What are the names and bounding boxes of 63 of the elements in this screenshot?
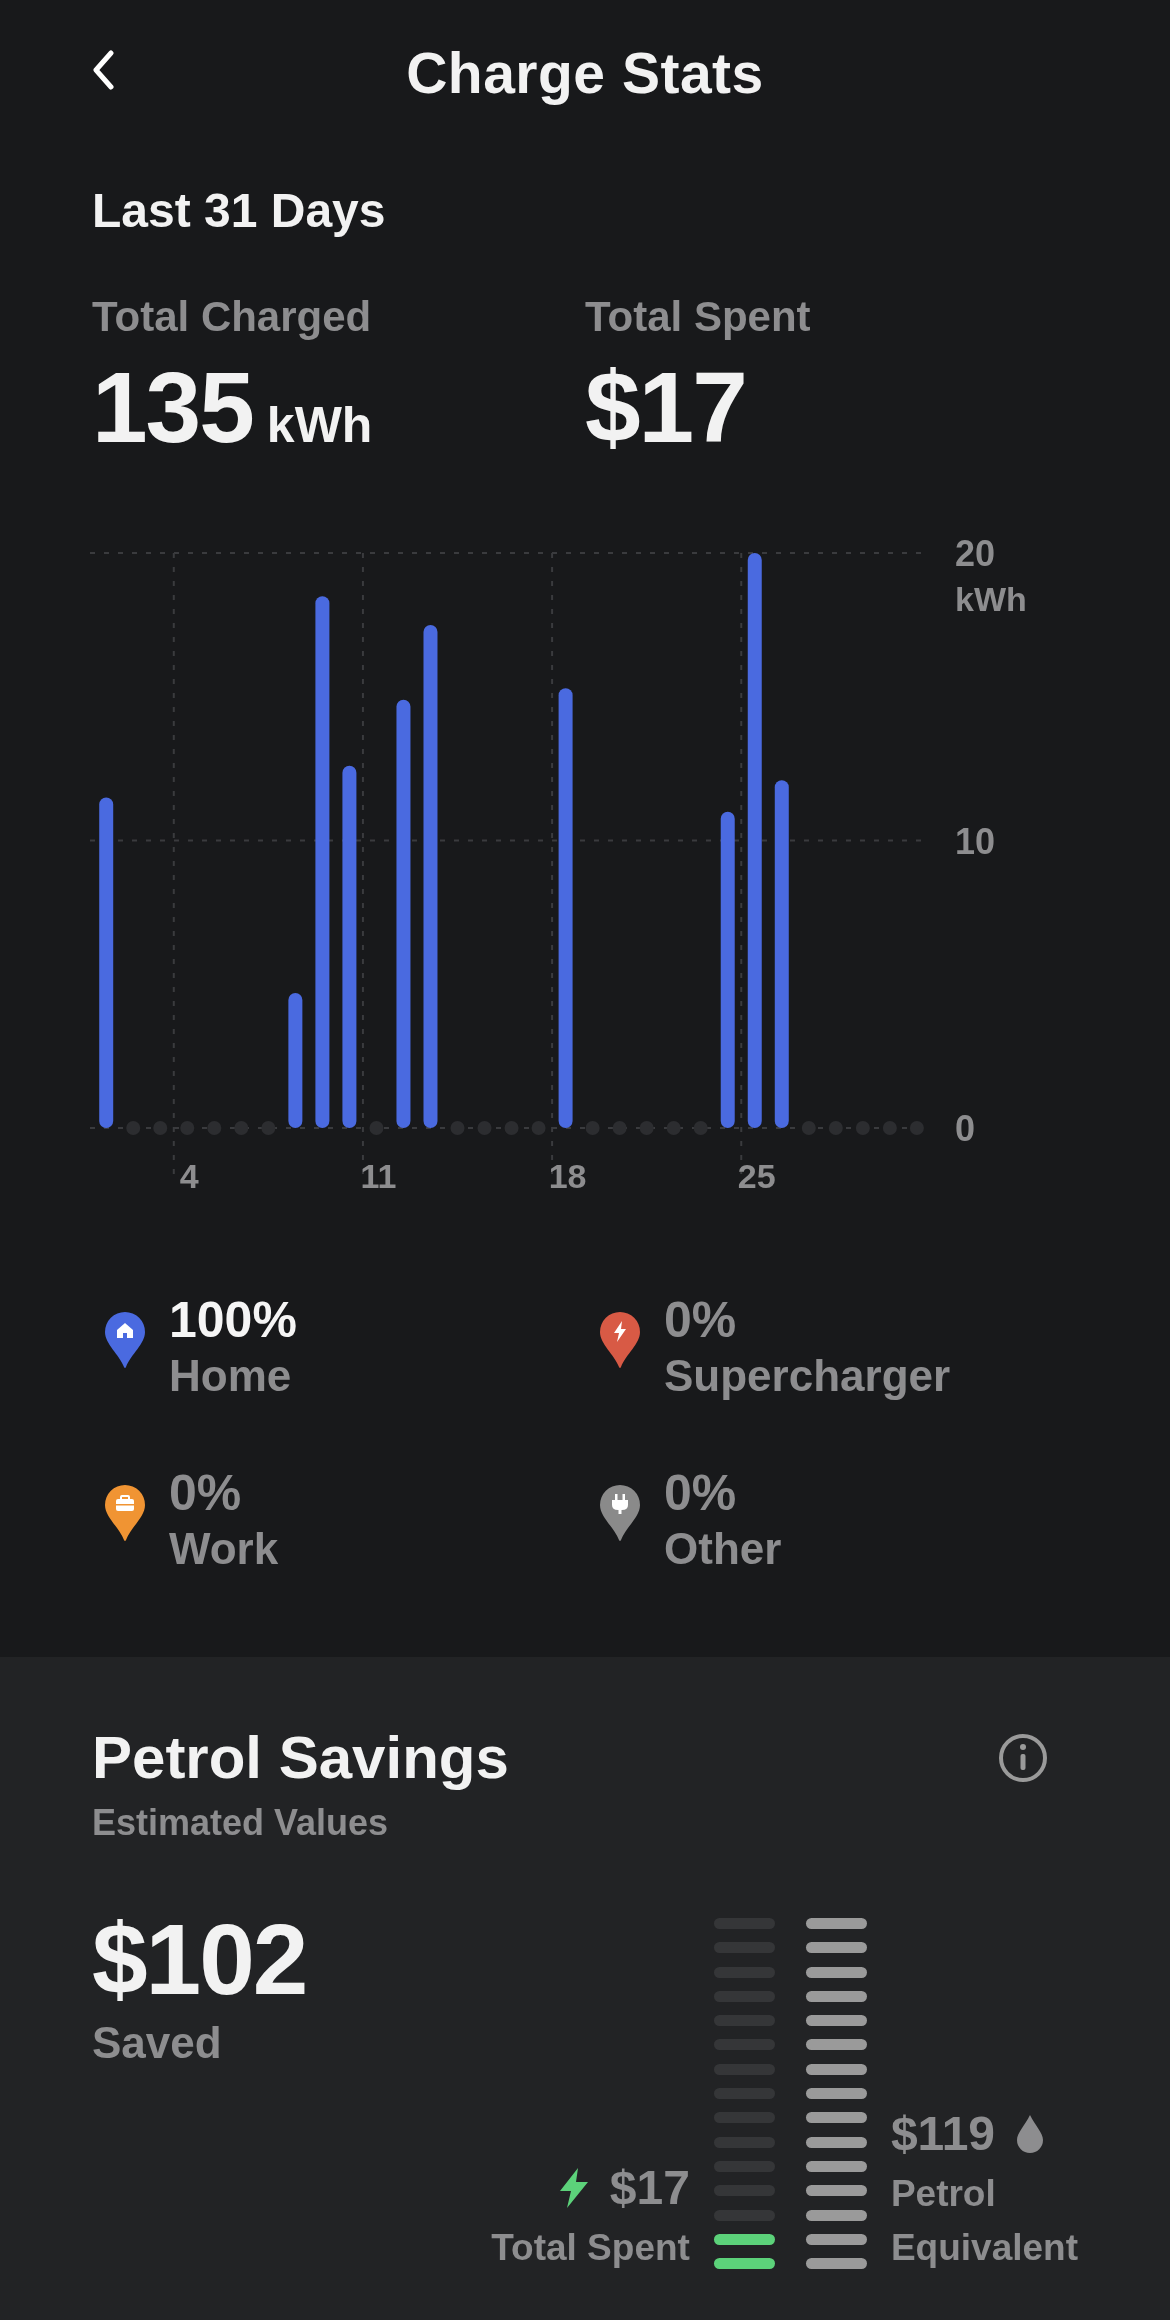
- source-percent: 0%: [664, 1463, 738, 1523]
- source-label: Home: [169, 1350, 293, 1402]
- total-label: Total Charged: [92, 293, 373, 341]
- period-heading: Last 31 Days: [92, 183, 387, 238]
- meter-segment: [805, 2039, 867, 2051]
- meter-segment: [805, 1990, 867, 2002]
- petrol-label: Petrol: [890, 2173, 997, 2216]
- spent-value: $17: [609, 2160, 690, 2216]
- y-axis-label: 10: [955, 820, 996, 862]
- y-axis-label: 0: [955, 1108, 976, 1149]
- drop-icon: [1017, 2114, 1044, 2153]
- meter-segment: [805, 2209, 867, 2221]
- empty-day-dot: [693, 1121, 708, 1135]
- meter-segment: [805, 2063, 867, 2075]
- source-label: Other: [664, 1522, 782, 1575]
- lightning-bolt-icon: [559, 2167, 588, 2208]
- savings-amount: $102: [92, 1904, 307, 2014]
- x-axis-label: 18: [548, 1157, 587, 1195]
- meter-segment: [805, 2112, 867, 2124]
- meter-segment: [805, 1918, 867, 1929]
- info-icon[interactable]: [998, 1732, 1048, 1783]
- y-axis-label: 20: [955, 533, 996, 574]
- meter-segment: [805, 2185, 867, 2197]
- empty-day-dot: [612, 1121, 627, 1135]
- meter-segment: [805, 2160, 867, 2172]
- meter-segment: [713, 2258, 775, 2270]
- source-percent: 0%: [169, 1463, 243, 1523]
- empty-day-dot: [585, 1121, 600, 1135]
- meter-segment: [805, 2136, 867, 2148]
- section-subtitle: Estimated Values: [92, 1802, 390, 1844]
- empty-day-dot: [666, 1121, 681, 1135]
- total-value: 135: [92, 355, 253, 460]
- x-axis-label: 4: [179, 1157, 199, 1195]
- spent-label: Total Spent: [491, 2227, 690, 2270]
- x-axis-label: 25: [737, 1157, 776, 1195]
- screen-title: Charge Stats: [406, 39, 764, 106]
- source-label: Work: [169, 1522, 279, 1575]
- section-title: Petrol Savings: [92, 1723, 509, 1792]
- savings-label: Saved: [92, 2018, 223, 2068]
- meter-segment: [805, 1966, 867, 1978]
- empty-day-dot: [261, 1121, 276, 1135]
- meter-segment: [805, 1942, 867, 1954]
- source-label: Supercharger: [664, 1350, 951, 1402]
- empty-day-dot: [180, 1121, 195, 1135]
- meter-segment: [713, 2233, 775, 2245]
- x-axis-label: 11: [360, 1157, 397, 1195]
- source-percent: 0%: [664, 1291, 738, 1350]
- total-unit: kWh: [266, 396, 373, 454]
- empty-day-dot: [369, 1121, 384, 1135]
- meter-segment: [805, 2258, 867, 2270]
- meter-segment: [805, 2088, 867, 2100]
- source-percent: 100%: [169, 1291, 297, 1350]
- empty-day-dot: [207, 1121, 222, 1135]
- total-value: $17: [585, 355, 746, 460]
- meter-segment: [805, 2233, 867, 2245]
- empty-day-dot: [234, 1121, 249, 1135]
- back-icon[interactable]: [92, 50, 114, 90]
- y-axis-unit: kWh: [955, 580, 1027, 618]
- petrol-label: Equivalent: [890, 2227, 1078, 2270]
- total-label: Total Spent: [585, 293, 812, 341]
- meter-segment: [805, 2015, 867, 2027]
- petrol-value: $119: [890, 2106, 996, 2162]
- empty-day-dot: [639, 1121, 654, 1135]
